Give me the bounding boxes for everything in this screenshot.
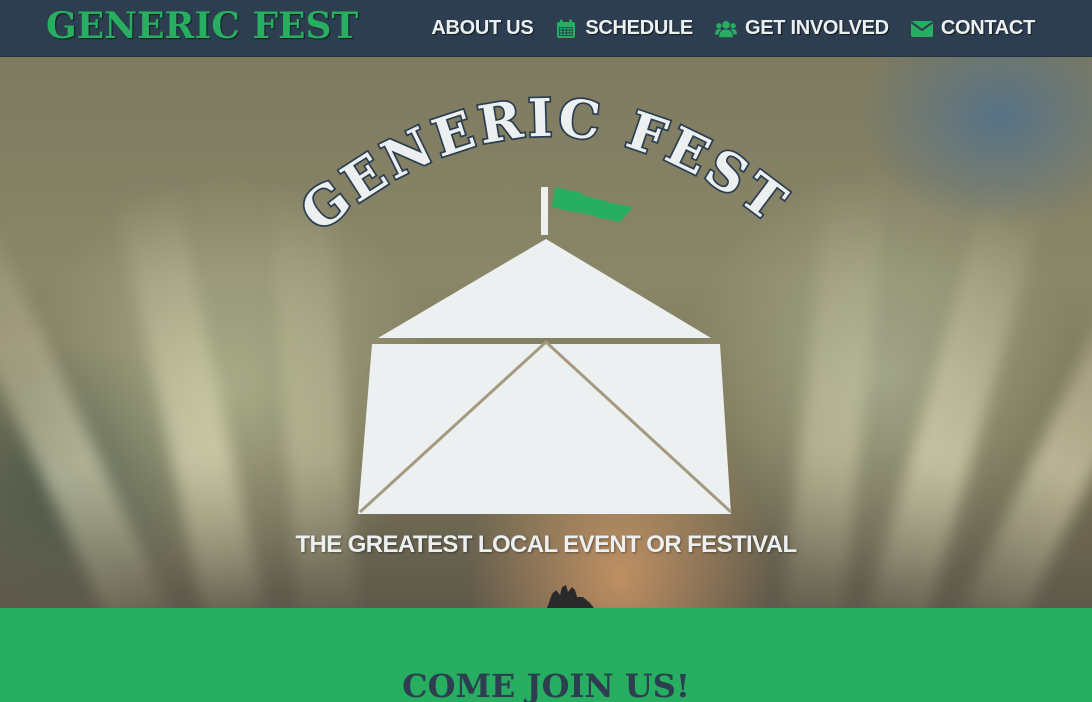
- nav-schedule[interactable]: SCHEDULE: [555, 17, 693, 40]
- join-heading: COME JOIN US!: [402, 667, 690, 702]
- tent-icon: [358, 239, 733, 514]
- join-section: COME JOIN US!: [0, 608, 1092, 702]
- users-icon: [714, 19, 737, 39]
- hero-banner: GENERIC FEST THE GREATEST LOCAL EVENT OR…: [0, 57, 1092, 608]
- nav-schedule-label: SCHEDULE: [585, 17, 693, 39]
- crowd-hand-silhouette: [547, 585, 594, 608]
- flag-icon: [552, 187, 633, 222]
- nav-get-involved-label: GET INVOLVED: [744, 17, 889, 39]
- fest-logo: GENERIC FEST: [288, 86, 798, 608]
- brand-logo-link[interactable]: GENERIC FEST: [46, 4, 358, 48]
- navbar: GENERIC FEST ABOUT US SCHEDULE GET INVOL…: [0, 0, 1092, 57]
- main-nav: ABOUT US SCHEDULE GET INVOLVED CONTACT: [431, 0, 1035, 57]
- nav-about-us[interactable]: ABOUT US: [431, 17, 533, 40]
- flag-pole: [541, 187, 548, 235]
- nav-contact-label: CONTACT: [940, 17, 1035, 39]
- calendar-icon: [555, 19, 577, 39]
- nav-contact[interactable]: CONTACT: [910, 17, 1035, 40]
- nav-get-involved[interactable]: GET INVOLVED: [714, 17, 889, 40]
- envelope-icon: [910, 19, 933, 39]
- nav-about-us-label: ABOUT US: [431, 17, 534, 39]
- hero-tagline: THE GREATEST LOCAL EVENT OR FESTIVAL: [295, 531, 797, 558]
